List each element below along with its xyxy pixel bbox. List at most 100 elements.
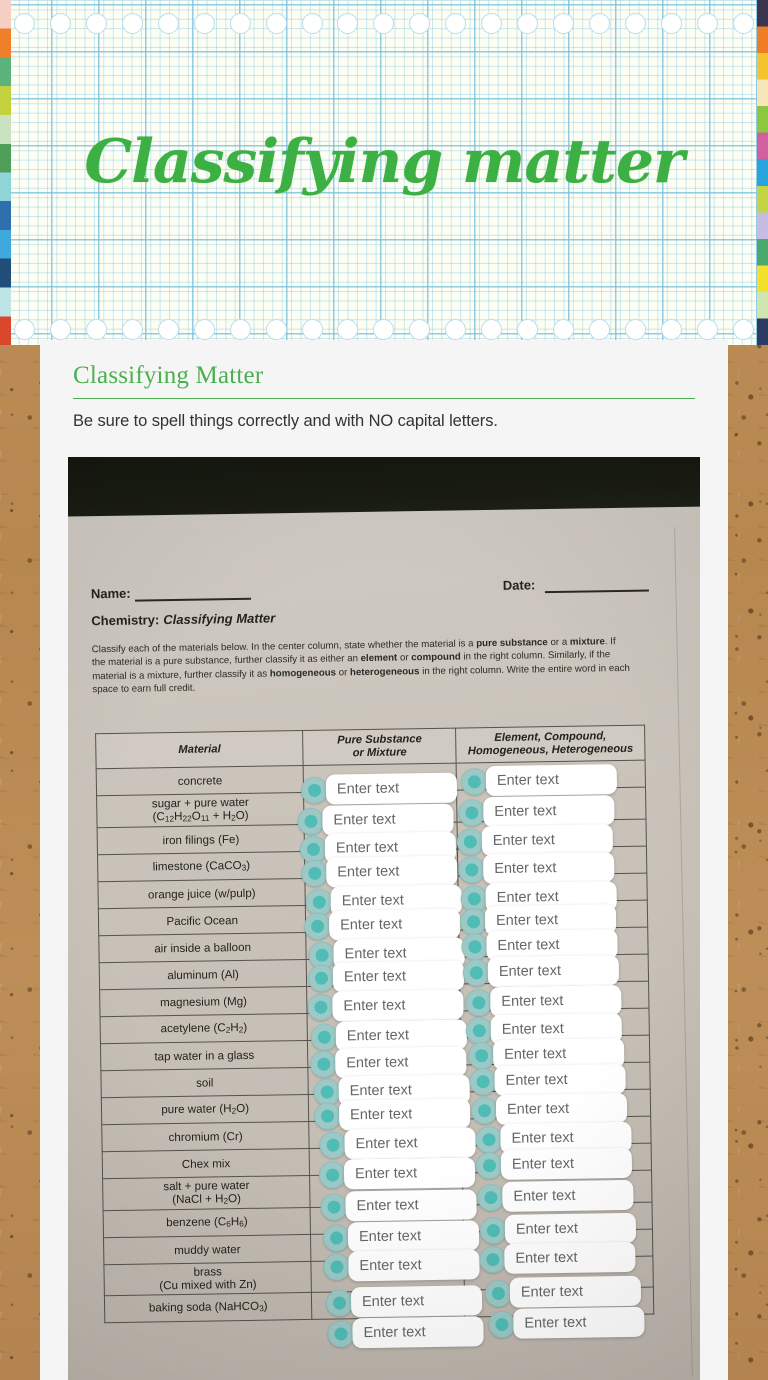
answer-input-element-compound[interactable]: Enter text (477, 1179, 634, 1212)
answer-bullet-icon (467, 1041, 496, 1069)
material-cell: acetylene (C2H2) (100, 1013, 308, 1044)
answer-input-element-compound[interactable]: Enter text (475, 1147, 633, 1180)
answer-text-input[interactable]: Enter text (504, 1212, 637, 1245)
answer-bullet-icon (484, 1279, 513, 1307)
worksheet-content: Name: Date: Chemistry: Classifying Matte… (68, 457, 700, 1380)
answer-text-input[interactable]: Enter text (335, 1046, 467, 1079)
answer-bullet-icon (475, 1151, 504, 1179)
binder-hole (337, 12, 359, 34)
column-header-pure-line1: Pure Substance (337, 733, 422, 747)
answer-input-element-compound[interactable]: Enter text (479, 1241, 636, 1274)
material-cell: magnesium (Mg) (99, 986, 308, 1018)
answer-input-pure-or-mixture[interactable]: Enter text (307, 989, 464, 1022)
answer-text-input[interactable]: Enter text (332, 960, 465, 993)
answer-input-element-compound[interactable]: Enter text (469, 1063, 626, 1097)
material-cell: soil (100, 1067, 309, 1098)
answer-input-pure-or-mixture[interactable]: Enter text (319, 1127, 476, 1160)
answer-bullet-icon (479, 1216, 508, 1244)
answer-input-element-compound[interactable]: Enter text (458, 852, 615, 885)
answer-input-pure-or-mixture[interactable]: Enter text (313, 1098, 471, 1131)
answer-text-input[interactable]: Enter text (347, 1220, 480, 1253)
answer-input-element-compound[interactable]: Enter text (484, 1275, 642, 1308)
answer-text-input[interactable]: Enter text (350, 1285, 483, 1318)
material-cell: limestone (CaCO3) (97, 851, 306, 883)
binder-holes-top (0, 6, 768, 40)
answer-text-input[interactable]: Enter text (483, 852, 615, 885)
answer-bullet-icon (323, 1252, 351, 1281)
answer-input-element-compound[interactable]: Enter text (470, 1092, 628, 1126)
answer-bullet-icon (461, 932, 489, 961)
answer-text-input[interactable]: Enter text (326, 855, 458, 888)
material-cell: muddy water (103, 1234, 312, 1265)
binder-hole (301, 12, 323, 34)
answer-text-input[interactable]: Enter text (500, 1147, 633, 1180)
binder-hole (49, 318, 71, 340)
answer-input-pure-or-mixture[interactable]: Enter text (322, 1220, 480, 1253)
material-cell: salt + pure water (NaCl + H2O) (102, 1175, 311, 1211)
answer-text-input[interactable]: Enter text (487, 955, 620, 988)
answer-input-pure-or-mixture[interactable]: Enter text (301, 855, 458, 888)
answer-bullet-icon (303, 912, 332, 940)
answer-input-pure-or-mixture[interactable]: Enter text (303, 908, 461, 941)
binder-hole (732, 12, 754, 34)
binder-hole (589, 318, 610, 340)
answer-input-pure-or-mixture[interactable]: Enter text (323, 1249, 480, 1282)
answer-bullet-icon (320, 1192, 348, 1221)
binder-hole (517, 318, 539, 340)
answer-text-input[interactable]: Enter text (332, 989, 464, 1022)
binder-hole (373, 318, 395, 340)
binder-hole (409, 12, 431, 34)
answer-text-input[interactable]: Enter text (481, 824, 614, 857)
answer-text-input[interactable]: Enter text (338, 1098, 471, 1131)
answer-text-input[interactable]: Enter text (509, 1275, 642, 1308)
answer-input-pure-or-mixture[interactable]: Enter text (320, 1189, 477, 1222)
answer-text-input[interactable]: Enter text (490, 985, 622, 1018)
answer-input-element-compound[interactable]: Enter text (460, 764, 618, 797)
answer-bullet-icon (310, 1050, 338, 1078)
answer-bullet-icon (325, 1288, 354, 1317)
answer-bullet-icon (307, 964, 336, 992)
answer-text-input[interactable]: Enter text (495, 1092, 628, 1126)
answer-text-input[interactable]: Enter text (325, 772, 458, 805)
answer-input-pure-or-mixture[interactable]: Enter text (327, 1316, 484, 1349)
answer-bullet-icon (327, 1319, 355, 1348)
answer-text-input[interactable]: Enter text (345, 1189, 477, 1222)
answer-input-pure-or-mixture[interactable]: Enter text (325, 1285, 483, 1318)
answer-bullet-icon (318, 1160, 347, 1189)
binder-hole (660, 318, 682, 340)
answer-text-input[interactable]: Enter text (494, 1063, 626, 1097)
binder-hole (373, 12, 395, 34)
binder-hole (517, 12, 539, 34)
answer-text-input[interactable]: Enter text (502, 1179, 634, 1212)
answer-input-pure-or-mixture[interactable]: Enter text (300, 772, 458, 805)
answer-text-input[interactable]: Enter text (483, 795, 615, 828)
answer-text-input[interactable]: Enter text (352, 1316, 484, 1349)
answer-input-element-compound[interactable]: Enter text (488, 1306, 645, 1339)
material-cell: iron filings (Fe) (97, 824, 305, 856)
column-header-pure-substance-or-mixture: Pure Substance or Mixture (302, 728, 457, 766)
column-header-element-compound: Element, Compound, Homogeneous, Heteroge… (455, 725, 646, 764)
answer-input-pure-or-mixture[interactable]: Enter text (318, 1157, 476, 1190)
lesson-card: Classifying Matter Be sure to spell thin… (40, 340, 728, 1380)
answer-text-input[interactable]: Enter text (344, 1127, 476, 1160)
answer-bullet-icon (462, 958, 491, 987)
binder-hole (193, 12, 215, 34)
binder-hole (14, 318, 35, 340)
answer-input-pure-or-mixture[interactable]: Enter text (307, 960, 465, 993)
answer-text-input[interactable]: Enter text (513, 1306, 645, 1339)
answer-text-input[interactable]: Enter text (343, 1157, 476, 1190)
answer-input-element-compound[interactable]: Enter text (479, 1212, 637, 1245)
answer-input-element-compound[interactable]: Enter text (462, 955, 620, 988)
answer-text-input[interactable]: Enter text (322, 803, 454, 836)
answer-text-input[interactable]: Enter text (328, 908, 461, 941)
answer-bullet-icon (307, 993, 335, 1021)
material-cell: benzene (C6H6) (103, 1207, 311, 1238)
answer-input-element-compound[interactable]: Enter text (458, 795, 615, 828)
answer-text-input[interactable]: Enter text (504, 1241, 636, 1274)
binder-hole (85, 12, 107, 34)
answer-text-input[interactable]: Enter text (348, 1249, 480, 1282)
answer-bullet-icon (458, 798, 486, 827)
binder-hole (624, 12, 646, 34)
material-cell: Pacific Ocean (98, 905, 307, 937)
answer-text-input[interactable]: Enter text (485, 764, 618, 797)
